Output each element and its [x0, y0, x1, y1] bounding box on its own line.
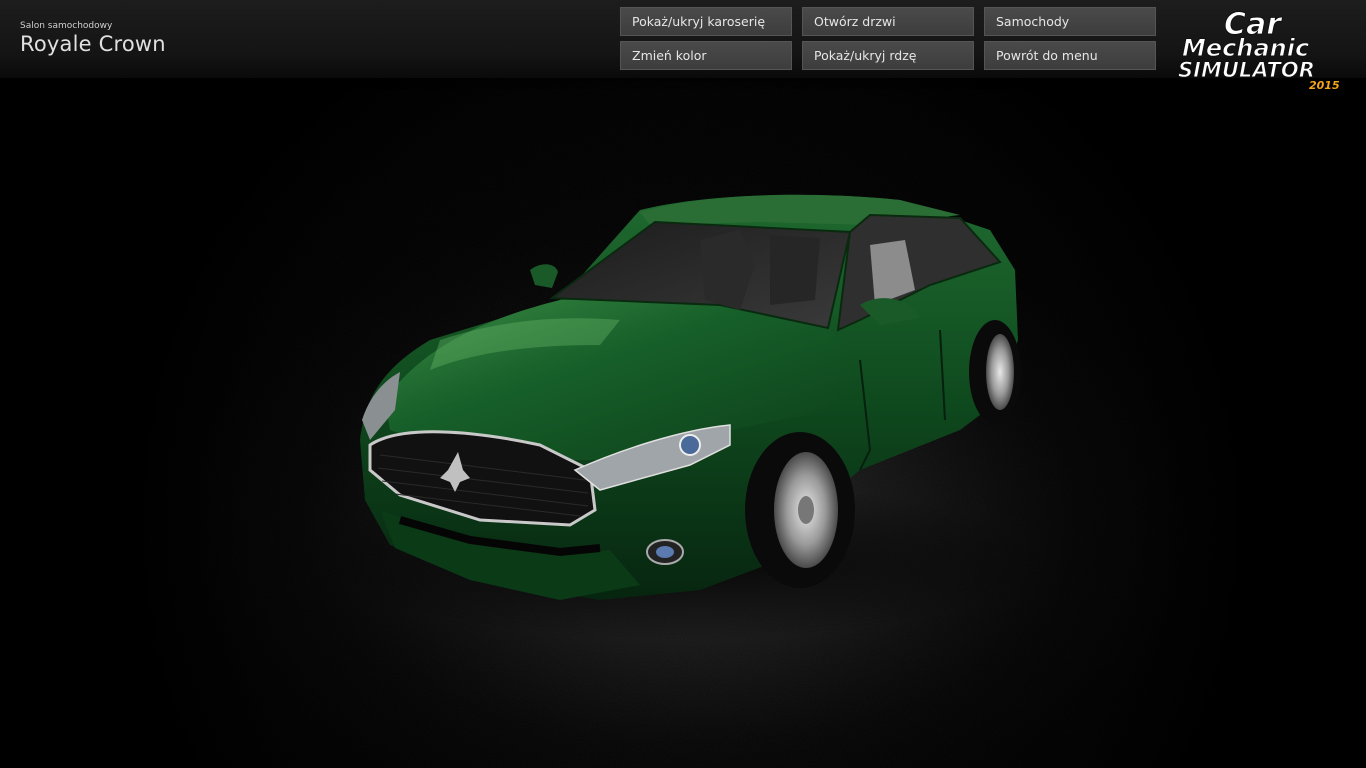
location-subtitle: Salon samochodowy [20, 21, 113, 31]
open-doors-button[interactable]: Otwórz drzwi [802, 7, 974, 36]
back-to-menu-button[interactable]: Powrót do menu [984, 41, 1156, 70]
top-bar: Salon samochodowy Royale Crown Pokaż/ukr… [0, 0, 1366, 78]
logo-year: 2015 [1309, 79, 1340, 92]
rear-wheel-rim [986, 334, 1014, 410]
car-model-view[interactable] [0, 0, 1366, 768]
change-color-button[interactable]: Zmień kolor [620, 41, 792, 70]
fog-light-lens [656, 546, 674, 558]
toggle-body-button[interactable]: Pokaż/ukryj karoserię [620, 7, 792, 36]
front-wheel-hub [798, 496, 814, 524]
headlight-lens [679, 434, 701, 456]
cars-button[interactable]: Samochody [984, 7, 1156, 36]
title-block: Salon samochodowy Royale Crown [20, 20, 166, 56]
showroom-viewport[interactable]: Salon samochodowy Royale Crown Pokaż/ukr… [0, 0, 1366, 768]
logo-line-3: SIMULATOR [1178, 58, 1315, 82]
car-seat [770, 235, 820, 305]
toggle-rust-button[interactable]: Pokaż/ukryj rdzę [802, 41, 974, 70]
car-mirror [530, 264, 558, 288]
game-logo: Car Mechanic SIMULATOR 2015 [1178, 7, 1340, 93]
car-name-title: Royale Crown [20, 32, 166, 56]
